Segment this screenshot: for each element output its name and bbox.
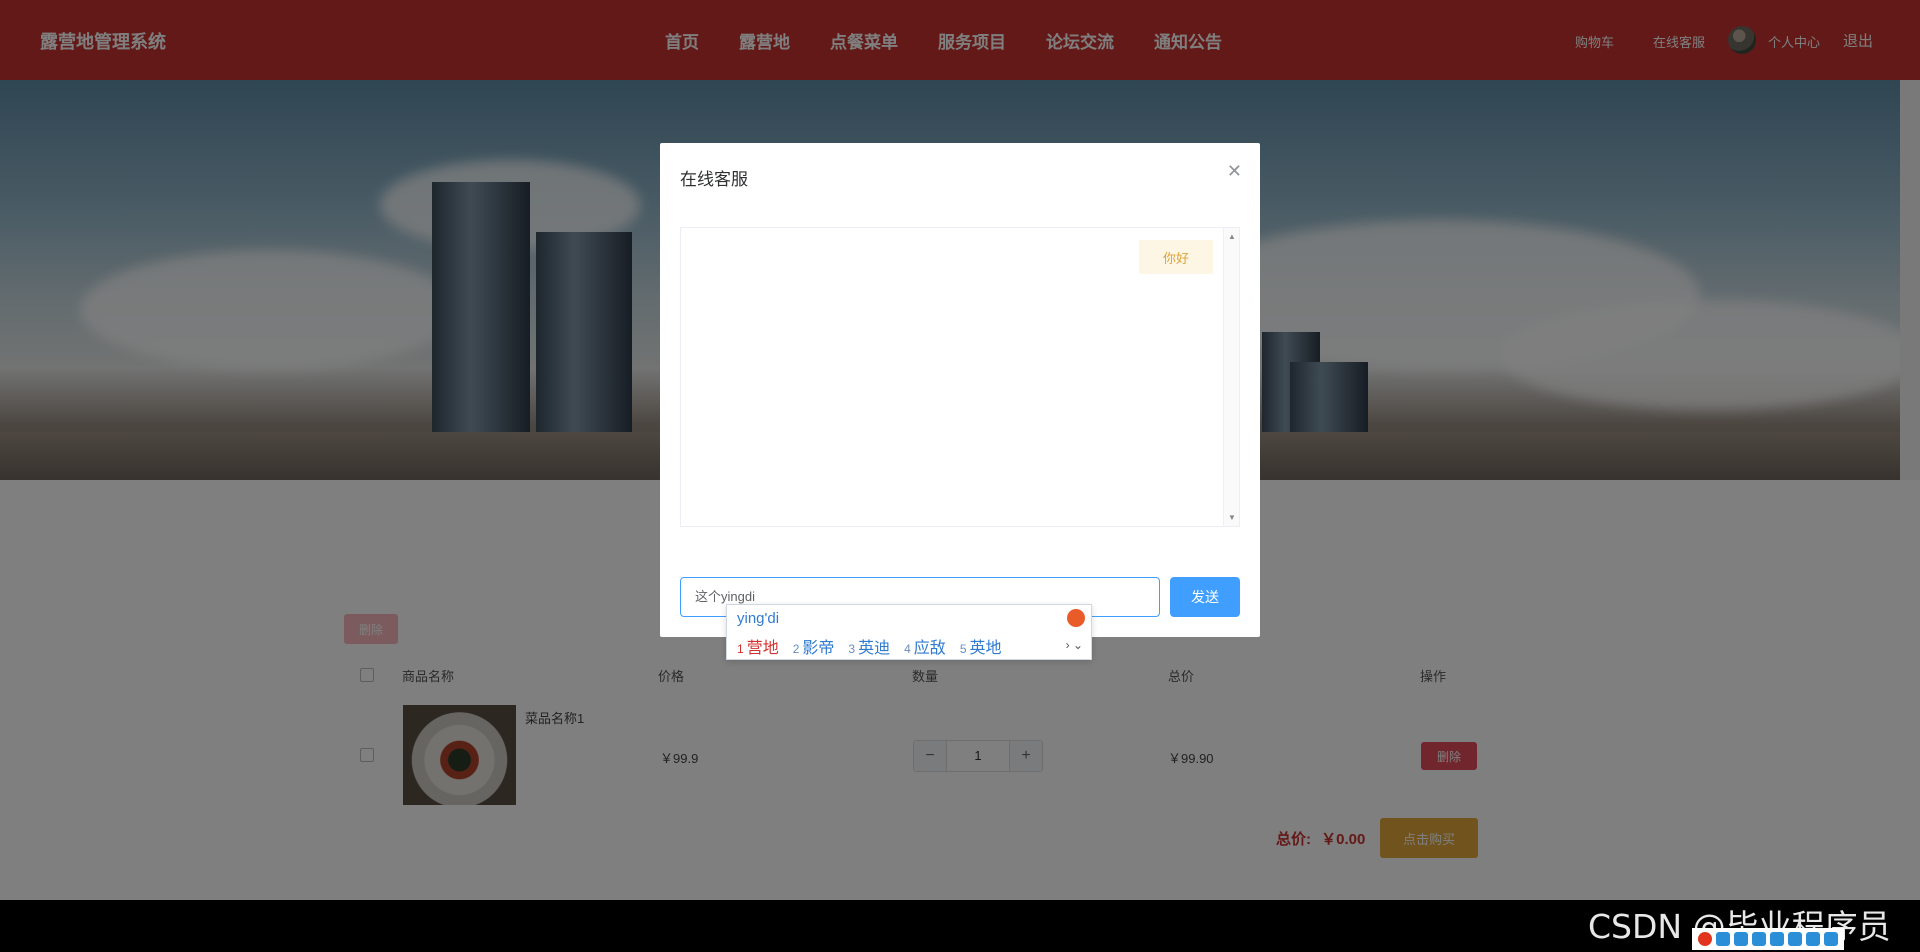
keyboard-icon[interactable] <box>1770 932 1784 946</box>
lang-icon[interactable] <box>1716 932 1730 946</box>
ime-page-arrows-icon[interactable]: › ⌄ <box>1066 638 1083 652</box>
chat-scrollbar[interactable]: ▲ ▼ <box>1223 228 1239 526</box>
grid-icon[interactable] <box>1824 932 1838 946</box>
sogou-logo-icon <box>1067 609 1085 627</box>
ime-candidate[interactable]: 1 营地 <box>737 634 779 658</box>
ime-candidates: 1 营地 2 影帝 3 英迪 4 应敌 5 英地 <box>737 634 1016 658</box>
punct-icon[interactable] <box>1734 932 1748 946</box>
ime-composition: ying'di <box>737 610 780 627</box>
ime-candidate-window: ying'di 1 营地 2 影帝 3 英迪 4 应敌 5 英地 › ⌄ <box>726 604 1092 660</box>
ime-toolbar <box>1692 928 1844 950</box>
scroll-down-icon[interactable]: ▼ <box>1228 513 1236 522</box>
ime-candidate[interactable]: 4 应敌 <box>904 634 946 658</box>
send-button[interactable]: 发送 <box>1170 577 1240 617</box>
online-service-dialog: 在线客服 ✕ 你好 ▲ ▼ 这个yingdi 发送 <box>660 143 1260 637</box>
close-icon[interactable]: ✕ <box>1227 161 1242 182</box>
ime-candidate[interactable]: 3 英迪 <box>848 634 890 658</box>
skin-icon[interactable] <box>1788 932 1802 946</box>
ime-candidate[interactable]: 2 影帝 <box>793 634 835 658</box>
dialog-title: 在线客服 <box>680 170 748 189</box>
scroll-up-icon[interactable]: ▲ <box>1228 232 1236 241</box>
sogou-icon[interactable] <box>1698 932 1712 946</box>
ime-candidate[interactable]: 5 英地 <box>960 634 1002 658</box>
tools-icon[interactable] <box>1806 932 1820 946</box>
chat-message: 你好 <box>1139 240 1213 274</box>
chat-history[interactable]: 你好 ▲ ▼ <box>680 227 1240 527</box>
mic-icon[interactable] <box>1752 932 1766 946</box>
